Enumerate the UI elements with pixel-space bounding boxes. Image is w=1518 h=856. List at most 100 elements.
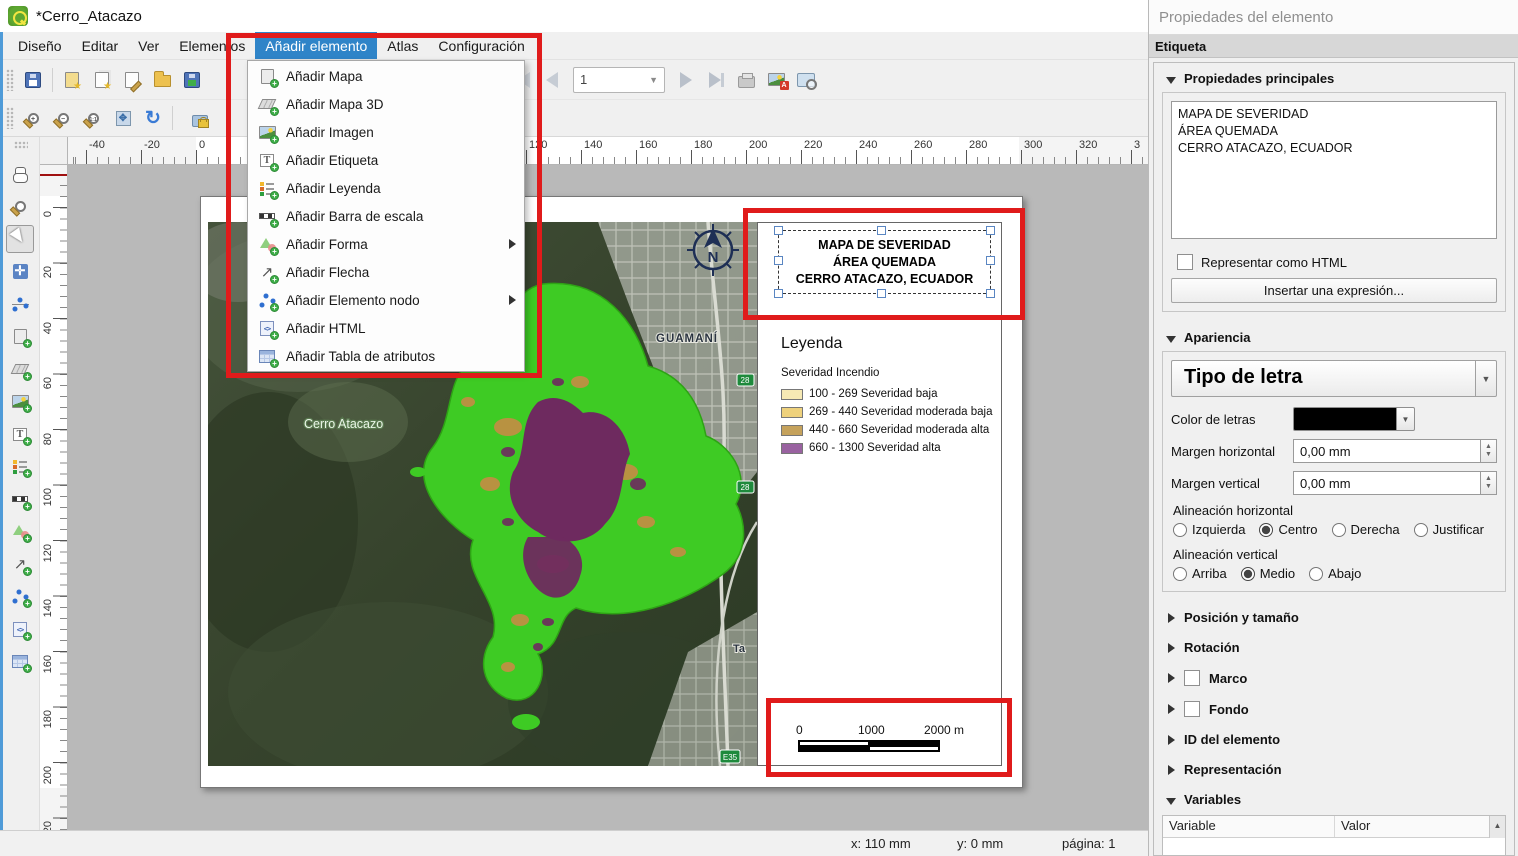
refresh-button[interactable]: ↻ — [138, 103, 168, 133]
variables-table[interactable]: Variable Valor ▲ — [1162, 815, 1506, 856]
previous-page-button[interactable] — [537, 65, 567, 95]
menu-item-anadir-mapa[interactable]: Añadir Mapa — [248, 62, 524, 90]
radio-izquierda[interactable]: Izquierda — [1173, 522, 1245, 537]
section-rendering[interactable]: Representación — [1154, 754, 1514, 784]
menu-item-anadir-html[interactable]: Añadir HTML — [248, 314, 524, 342]
export-image-button[interactable] — [761, 65, 791, 95]
margin-h-input[interactable] — [1293, 439, 1480, 463]
add-node-item-button[interactable] — [6, 582, 34, 610]
preview-button[interactable] — [791, 65, 821, 95]
selection-handle[interactable] — [877, 226, 886, 235]
font-color-button[interactable]: ▼ — [1293, 407, 1415, 431]
selection-handle[interactable] — [877, 289, 886, 298]
page-selector[interactable]: 1 ▼ — [573, 67, 665, 93]
open-folder-button[interactable] — [147, 65, 177, 95]
menu-item-anadir-flecha[interactable]: ↗ Añadir Flecha — [248, 258, 524, 286]
margin-v-spinner[interactable]: ▲▼ — [1293, 471, 1497, 495]
margin-h-spinner[interactable]: ▲▼ — [1293, 439, 1497, 463]
last-page-button[interactable] — [701, 65, 731, 95]
margin-v-input[interactable] — [1293, 471, 1480, 495]
section-background[interactable]: Fondo — [1154, 693, 1514, 724]
radio-medio[interactable]: Medio — [1241, 566, 1295, 581]
add-scalebar-button[interactable] — [6, 485, 34, 513]
menu-item-anadir-forma[interactable]: Añadir Forma — [248, 230, 524, 258]
add-html-button[interactable] — [6, 615, 34, 643]
scroll-up-icon[interactable]: ▲ — [1489, 816, 1505, 838]
insert-expression-button[interactable]: Insertar una expresión... — [1171, 278, 1497, 303]
spinner-arrows-icon[interactable]: ▲▼ — [1480, 471, 1497, 495]
selection-handle[interactable] — [774, 289, 783, 298]
selection-handle[interactable] — [986, 289, 995, 298]
menu-item-anadir-tabla-de-atributos[interactable]: Añadir Tabla de atributos — [248, 342, 524, 370]
zoom-in-button[interactable]: + — [18, 103, 48, 133]
new-layout-button[interactable] — [57, 65, 87, 95]
variables-col-valor[interactable]: Valor — [1335, 816, 1505, 837]
section-position-size[interactable]: Posición y tamaño — [1154, 602, 1514, 632]
selection-handle[interactable] — [986, 226, 995, 235]
radio-centro[interactable]: Centro — [1259, 522, 1317, 537]
font-dropdown-button[interactable]: ▼ — [1475, 360, 1497, 397]
section-item-id[interactable]: ID del elemento — [1154, 724, 1514, 754]
add-shape-button[interactable] — [6, 517, 34, 545]
save-as-template-button[interactable] — [177, 65, 207, 95]
layout-manager-button[interactable] — [117, 65, 147, 95]
move-content-button[interactable]: ✛ — [6, 257, 34, 285]
add-map-3d-button[interactable] — [6, 355, 34, 383]
section-rotation[interactable]: Rotación — [1154, 632, 1514, 662]
frame-checkbox[interactable] — [1184, 670, 1200, 686]
radio-arriba[interactable]: Arriba — [1173, 566, 1227, 581]
pan-tool-button[interactable] — [6, 160, 34, 188]
menu-diseno[interactable]: Diseño — [8, 32, 72, 59]
add-image-button[interactable] — [6, 387, 34, 415]
add-label-button[interactable] — [6, 420, 34, 448]
title-label-item[interactable]: MAPA DE SEVERIDAD ÁREA QUEMADA CERRO ATA… — [778, 230, 991, 294]
menu-item-anadir-imagen[interactable]: Añadir Imagen — [248, 118, 524, 146]
menu-item-anadir-barra-de-escala[interactable]: Añadir Barra de escala — [248, 202, 524, 230]
add-attribute-table-button[interactable] — [6, 647, 34, 675]
save-button[interactable] — [18, 65, 48, 95]
add-arrow-button[interactable]: ↗ — [6, 550, 34, 578]
menu-item-anadir-mapa-3d[interactable]: Añadir Mapa 3D — [248, 90, 524, 118]
menu-item-anadir-elemento-nodo[interactable]: Añadir Elemento nodo — [248, 286, 524, 314]
section-variables[interactable]: Variables — [1154, 784, 1514, 813]
lock-layers-button[interactable] — [185, 103, 215, 133]
selection-handle[interactable] — [774, 256, 783, 265]
spinner-arrows-icon[interactable]: ▲▼ — [1480, 439, 1497, 463]
duplicate-layout-button[interactable] — [87, 65, 117, 95]
zoom-full-button[interactable]: ✥ — [108, 103, 138, 133]
zoom-out-button[interactable]: − — [48, 103, 78, 133]
select-move-item-button[interactable] — [6, 225, 34, 253]
menu-atlas[interactable]: Atlas — [377, 32, 428, 59]
radio-derecha[interactable]: Derecha — [1332, 522, 1400, 537]
menu-configuracion[interactable]: Configuración — [428, 32, 534, 59]
menu-anadir-elemento[interactable]: Añadir elemento — [255, 32, 377, 59]
print-button[interactable] — [731, 65, 761, 95]
legend-item[interactable]: Leyenda Severidad Incendio 100 - 269 Sev… — [781, 335, 991, 457]
section-appearance[interactable]: Apariencia — [1154, 322, 1514, 351]
variables-col-variable[interactable]: Variable — [1163, 816, 1335, 837]
selection-handle[interactable] — [774, 226, 783, 235]
next-page-button[interactable] — [671, 65, 701, 95]
menu-item-anadir-etiqueta[interactable]: Añadir Etiqueta — [248, 146, 524, 174]
menu-editar[interactable]: Editar — [72, 32, 129, 59]
chevron-down-icon[interactable]: ▼ — [1397, 407, 1415, 431]
menu-ver[interactable]: Ver — [128, 32, 169, 59]
scalebar-item[interactable]: 0 1000 2000 m — [796, 723, 966, 752]
edit-nodes-button[interactable] — [6, 290, 34, 318]
section-frame[interactable]: Marco — [1154, 662, 1514, 693]
zoom-tool-button[interactable] — [6, 192, 34, 220]
radio-abajo[interactable]: Abajo — [1309, 566, 1361, 581]
render-html-checkbox[interactable] — [1177, 254, 1193, 270]
menu-item-anadir-leyenda[interactable]: Añadir Leyenda — [248, 174, 524, 202]
add-legend-button[interactable] — [6, 452, 34, 480]
radio-justificar[interactable]: Justificar — [1414, 522, 1484, 537]
label-text-input[interactable]: MAPA DE SEVERIDAD ÁREA QUEMADA CERRO ATA… — [1171, 101, 1497, 239]
menu-elementos[interactable]: Elementos — [169, 32, 255, 59]
zoom-actual-button[interactable]: 1:1 — [78, 103, 108, 133]
selection-handle[interactable] — [986, 256, 995, 265]
section-main-properties[interactable]: Propiedades principales — [1154, 63, 1514, 92]
background-checkbox[interactable] — [1184, 701, 1200, 717]
add-map-button[interactable] — [6, 322, 34, 350]
layout-canvas[interactable]: N Cerro Atacazo GUAMANÍ Ta 28 28 E35 — [68, 165, 1148, 830]
font-button[interactable]: Tipo de letra — [1171, 360, 1475, 397]
